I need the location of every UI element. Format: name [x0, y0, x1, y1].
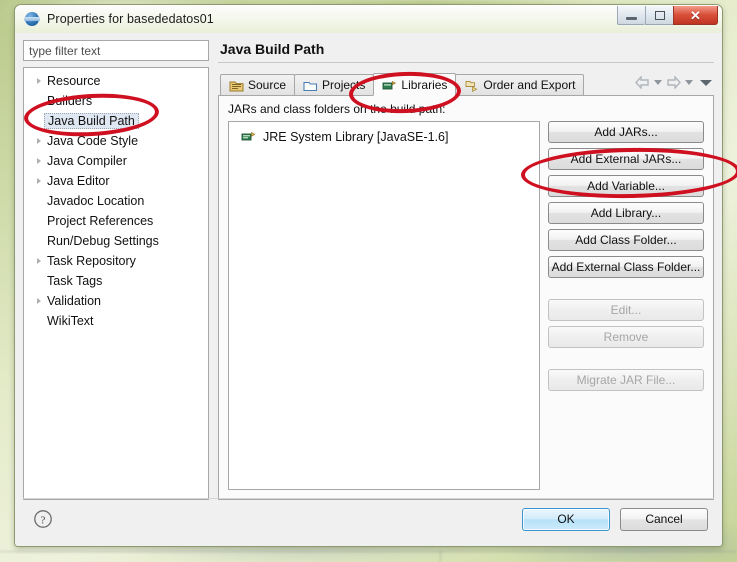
close-button[interactable]: ✕ — [673, 6, 718, 25]
settings-sidebar: type filter text Resource Builders Java … — [23, 40, 209, 500]
tab-libraries[interactable]: Libraries — [373, 73, 457, 96]
sidebar-item-javadoc-location[interactable]: Javadoc Location — [24, 191, 208, 211]
sidebar-item-label: Javadoc Location — [47, 194, 145, 208]
add-external-jars-button[interactable]: Add External JARs... — [548, 148, 704, 170]
source-folder-icon — [229, 79, 244, 92]
remove-button[interactable]: Remove — [548, 326, 704, 348]
sidebar-item-label: Task Tags — [47, 274, 103, 288]
button-group-spacer — [548, 283, 704, 294]
close-icon: ✕ — [690, 7, 701, 23]
sidebar-item-java-code-style[interactable]: Java Code Style — [24, 131, 208, 151]
libraries-panel: JARs and class folders on the build path… — [218, 95, 714, 500]
sidebar-item-resource[interactable]: Resource — [24, 71, 208, 91]
add-jars-button[interactable]: Add JARs... — [548, 121, 704, 143]
dialog-content: type filter text Resource Builders Java … — [15, 33, 722, 546]
sidebar-item-label: Validation — [47, 294, 101, 308]
settings-tree[interactable]: Resource Builders Java Build Path Java C… — [23, 67, 209, 500]
sidebar-item-label: Java Code Style — [47, 134, 139, 148]
list-item-label: JRE System Library [JavaSE-1.6] — [263, 129, 449, 144]
minimize-button[interactable] — [617, 6, 645, 25]
tab-label: Libraries — [401, 77, 448, 92]
sidebar-item-task-tags[interactable]: Task Tags — [24, 271, 208, 291]
properties-dialog-window: Properties for basededatos01 ✕ type filt… — [14, 4, 723, 547]
libraries-icon — [382, 78, 397, 91]
filter-input[interactable]: type filter text — [23, 40, 209, 61]
dialog-footer: ? OK Cancel — [23, 498, 714, 539]
sidebar-item-label: Java Editor — [47, 174, 110, 188]
list-item[interactable]: JRE System Library [JavaSE-1.6] — [229, 127, 539, 146]
sidebar-item-label: Java Compiler — [47, 154, 127, 168]
tab-source[interactable]: Source — [220, 74, 296, 95]
sidebar-item-label: Task Repository — [47, 254, 136, 268]
filter-placeholder: type filter text — [29, 43, 101, 58]
expand-arrow-icon[interactable] — [32, 78, 45, 84]
sidebar-item-label: WikiText — [47, 314, 94, 328]
add-external-class-folder-button[interactable]: Add External Class Folder... — [548, 256, 704, 278]
maximize-icon — [654, 10, 665, 20]
build-path-list[interactable]: JRE System Library [JavaSE-1.6] — [228, 121, 540, 490]
migrate-jar-file-button[interactable]: Migrate JAR File... — [548, 369, 704, 391]
sidebar-item-java-compiler[interactable]: Java Compiler — [24, 151, 208, 171]
expand-arrow-icon[interactable] — [32, 298, 45, 304]
add-class-folder-button[interactable]: Add Class Folder... — [548, 229, 704, 251]
sidebar-item-validation[interactable]: Validation — [24, 291, 208, 311]
window-controls: ✕ — [617, 6, 718, 25]
sidebar-item-java-build-path[interactable]: Java Build Path — [24, 111, 208, 131]
dialog-main-row: type filter text Resource Builders Java … — [23, 40, 714, 500]
add-variable-button[interactable]: Add Variable... — [548, 175, 704, 197]
tab-projects[interactable]: Projects — [294, 74, 375, 95]
sidebar-item-java-editor[interactable]: Java Editor — [24, 171, 208, 191]
page-title: Java Build Path — [220, 41, 325, 57]
sidebar-item-label: Resource — [47, 74, 101, 88]
ok-button[interactable]: OK — [522, 507, 610, 531]
minimize-icon — [626, 16, 637, 20]
tab-bar: Source Projects Libraries Order and Expo… — [218, 71, 714, 96]
sidebar-item-label: Builders — [47, 94, 93, 108]
panel-description: JARs and class folders on the build path… — [228, 102, 446, 116]
edit-button[interactable]: Edit... — [548, 299, 704, 321]
panel-body: JRE System Library [JavaSE-1.6] Add JARs… — [228, 121, 704, 490]
cancel-button[interactable]: Cancel — [620, 507, 708, 531]
jre-library-icon — [241, 130, 257, 143]
sidebar-item-builders[interactable]: Builders — [24, 91, 208, 111]
sidebar-item-task-repository[interactable]: Task Repository — [24, 251, 208, 271]
title-bar[interactable]: Properties for basededatos01 ✕ — [15, 5, 722, 34]
expand-arrow-icon[interactable] — [32, 258, 45, 264]
window-title: Properties for basededatos01 — [47, 12, 214, 26]
sidebar-item-label: Project References — [47, 214, 154, 228]
desktop-divider-line — [440, 551, 441, 562]
add-library-button[interactable]: Add Library... — [548, 202, 704, 224]
desktop-taskbar-line — [0, 551, 737, 552]
eclipse-icon — [24, 11, 40, 27]
order-export-icon — [464, 79, 479, 92]
title-separator — [218, 62, 714, 63]
sidebar-item-label: Java Build Path — [44, 113, 139, 129]
svg-text:?: ? — [41, 514, 46, 526]
settings-page: Java Build Path Source Projects Librarie… — [218, 40, 714, 500]
expand-arrow-icon[interactable] — [32, 158, 45, 164]
sidebar-item-run-debug-settings[interactable]: Run/Debug Settings — [24, 231, 208, 251]
tab-label: Source — [248, 78, 287, 92]
tab-label: Order and Export — [483, 78, 576, 92]
sidebar-item-label: Run/Debug Settings — [47, 234, 159, 248]
maximize-button[interactable] — [645, 6, 673, 25]
expand-arrow-icon[interactable] — [32, 178, 45, 184]
tab-order-and-export[interactable]: Order and Export — [455, 74, 585, 95]
expand-arrow-icon[interactable] — [32, 138, 45, 144]
help-question-icon[interactable]: ? — [33, 509, 53, 529]
button-group-spacer — [548, 353, 704, 364]
sidebar-item-wikitext[interactable]: WikiText — [24, 311, 208, 331]
projects-folder-icon — [303, 79, 318, 92]
sidebar-item-project-references[interactable]: Project References — [24, 211, 208, 231]
library-actions: Add JARs... Add External JARs... Add Var… — [548, 121, 704, 490]
tab-label: Projects — [322, 78, 366, 92]
footer-buttons: OK Cancel — [522, 507, 714, 531]
